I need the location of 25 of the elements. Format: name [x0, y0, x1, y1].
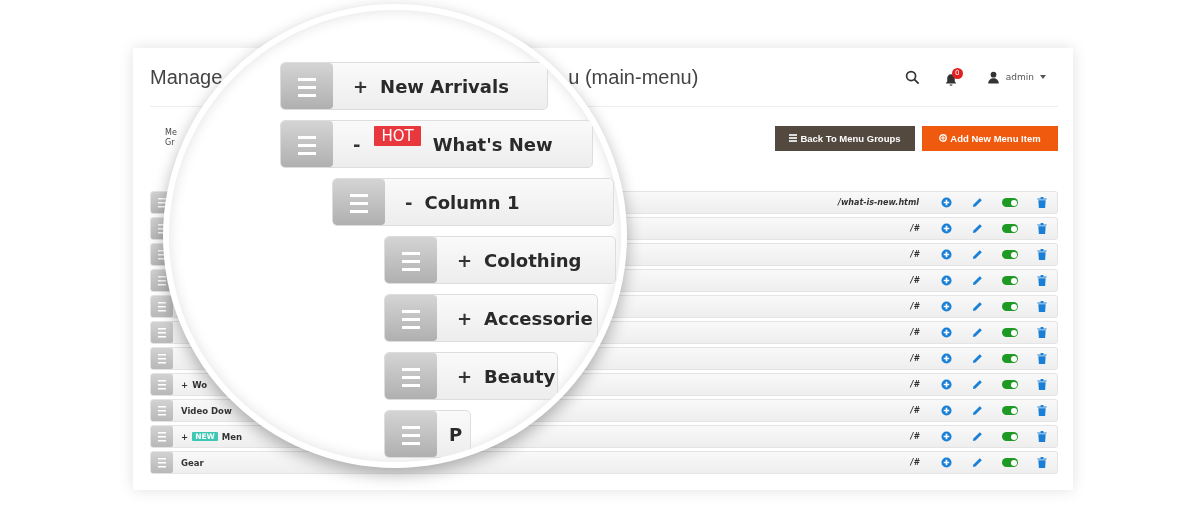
menu-item-url: /#	[910, 458, 919, 467]
menu-item-url: /what-is-new.html	[838, 198, 919, 207]
menu-item-label: Column 1	[424, 191, 520, 213]
menu-item-label: Accessorie	[484, 307, 593, 329]
label-badge: HOT	[374, 126, 421, 146]
menu-item-label: New Arrivals	[380, 75, 509, 97]
menu-item-url: /#	[910, 302, 919, 311]
menu-group-label: Me Gr	[165, 128, 178, 148]
page-title: Manage	[150, 65, 223, 89]
menu-item-url: /#	[910, 432, 919, 441]
menu-item-url: /#	[910, 250, 919, 259]
menu-item-label: What's New	[432, 133, 553, 155]
menu-item-label: Wo	[192, 379, 208, 390]
menu-item-label: Colothing	[484, 249, 582, 271]
menu-item-label: P	[449, 423, 463, 445]
menu-item-label: Men	[221, 431, 243, 442]
menu-item-url: /#	[910, 406, 919, 415]
menu-item-label: Gear	[181, 457, 204, 468]
menu-item-url: /#	[910, 354, 919, 363]
page-title: u (main-menu)	[568, 65, 699, 89]
menu-item-url: /#	[910, 328, 919, 337]
menu-item-url: /#	[910, 224, 919, 233]
menu-item-label: Video Dow	[181, 405, 232, 416]
menu-item-url: /#	[910, 276, 919, 285]
menu-item-url: /#	[910, 380, 919, 389]
